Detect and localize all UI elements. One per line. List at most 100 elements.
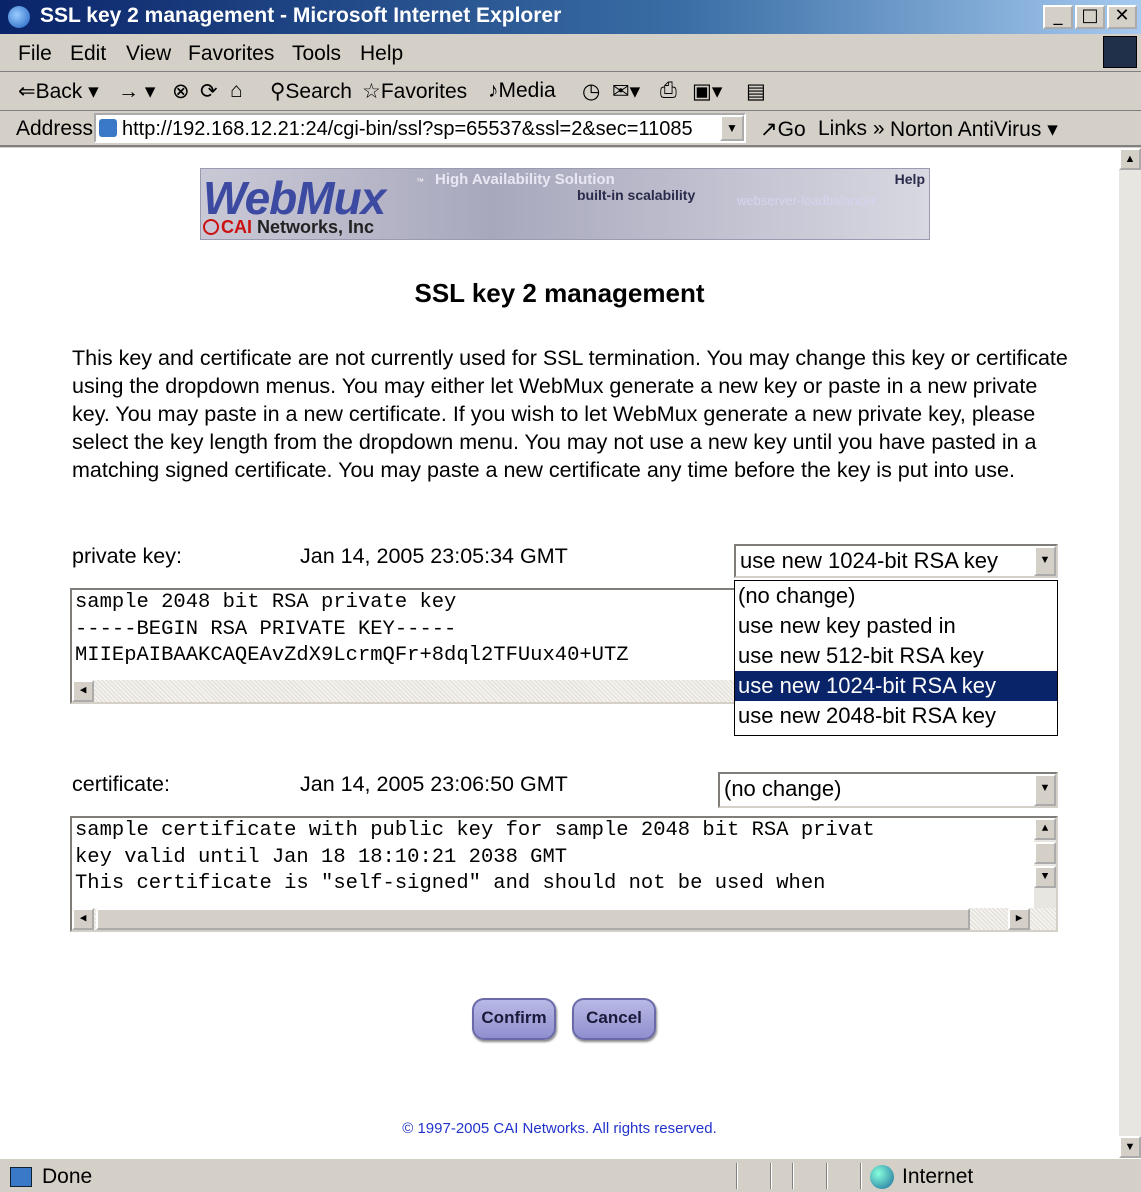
certificate-line: This certificate is "self-signed" and sh…: [75, 872, 826, 895]
home-button[interactable]: ⌂: [230, 79, 243, 103]
address-input[interactable]: http://192.168.12.21:24/cgi-bin/ssl?sp=6…: [94, 113, 746, 143]
copyright-footer: © 1997-2005 CAI Networks. All rights res…: [402, 1120, 717, 1137]
favorites-button[interactable]: ☆Favorites: [362, 79, 467, 104]
discuss-icon: ▤: [746, 80, 766, 103]
chevron-down-icon[interactable]: ▼: [1034, 774, 1056, 806]
scroll-left-icon[interactable]: ◀: [72, 908, 94, 930]
edit-button[interactable]: ▣▾: [692, 79, 722, 104]
address-dropdown-button[interactable]: ▼: [720, 115, 744, 141]
refresh-icon: ⟳: [200, 80, 218, 103]
status-text: Done: [42, 1165, 93, 1188]
address-url[interactable]: http://192.168.12.21:24/cgi-bin/ssl?sp=6…: [122, 118, 693, 141]
go-arrow-icon: ↗: [760, 118, 778, 141]
close-button[interactable]: ✕: [1107, 5, 1137, 29]
menu-favorites[interactable]: Favorites: [188, 42, 274, 66]
scroll-left-icon[interactable]: ◀: [72, 680, 94, 702]
favorites-icon: ☆: [362, 80, 381, 103]
page-vertical-scrollbar[interactable]: ▲ ▼: [1119, 148, 1141, 1158]
forward-arrow-icon: → ▾: [118, 80, 156, 103]
back-button[interactable]: ⇐Back ▾: [18, 79, 99, 104]
dropdown-option[interactable]: (no change): [735, 581, 1057, 611]
page-title: SSL key 2 management: [414, 278, 705, 308]
certificate-line: key valid until Jan 18 18:10:21 2038 GMT: [75, 845, 568, 869]
mail-button[interactable]: ✉▾: [612, 79, 640, 104]
status-divider: [736, 1163, 738, 1189]
certificate-label: certificate:: [72, 772, 170, 796]
help-link[interactable]: Help: [895, 171, 925, 187]
certificate-vertical-scrollbar[interactable]: ▲ ▼: [1034, 818, 1056, 908]
media-button[interactable]: ♪Media: [488, 79, 556, 103]
intro-paragraph: This key and certificate are not current…: [72, 346, 1068, 482]
dropdown-option[interactable]: use new 512-bit RSA key: [735, 641, 1057, 671]
chevron-down-icon[interactable]: ▼: [1034, 546, 1056, 576]
norton-antivirus-button[interactable]: Norton AntiVirus ▾: [890, 117, 1058, 142]
address-bar: Address http://192.168.12.21:24/cgi-bin/…: [0, 111, 1141, 147]
private-key-select[interactable]: use new 1024-bit RSA key ▼: [734, 544, 1058, 578]
cancel-button[interactable]: Cancel: [572, 998, 656, 1040]
private-key-line: sample 2048 bit RSA private key: [75, 591, 457, 614]
media-icon: ♪: [488, 79, 499, 102]
private-key-line: MIIEpAIBAAKCAQEAvZdX9LcrmQFr+8dql2TFUux4…: [75, 644, 629, 667]
scroll-down-icon[interactable]: ▼: [1034, 866, 1056, 888]
private-key-textarea[interactable]: sample 2048 bit RSA private key -----BEG…: [70, 588, 736, 704]
refresh-button[interactable]: ⟳: [200, 79, 218, 104]
internet-zone-icon: [870, 1165, 894, 1189]
private-key-select-value: use new 1024-bit RSA key: [740, 548, 999, 573]
history-icon: ◷: [582, 80, 601, 103]
forward-button[interactable]: → ▾: [118, 79, 155, 104]
company-name: CAI Networks, Inc: [203, 217, 374, 238]
discuss-button[interactable]: ▤: [746, 79, 766, 104]
private-key-date: Jan 14, 2005 23:05:34 GMT: [300, 544, 568, 568]
menu-edit[interactable]: Edit: [70, 42, 106, 66]
edit-icon: ▣▾: [692, 80, 723, 103]
certificate-select[interactable]: (no change) ▼: [718, 772, 1058, 808]
home-icon: ⌂: [230, 79, 243, 102]
toolbar: ⇐Back ▾ → ▾ ⊗ ⟳ ⌂ ⚲Search ☆Favorites ♪Me…: [0, 73, 1141, 111]
maximize-button[interactable]: □: [1075, 5, 1105, 29]
scroll-up-icon[interactable]: ▲: [1034, 818, 1056, 840]
print-icon: ⎙: [660, 79, 677, 102]
page-viewport: WebMux ™ High Availability Solution buil…: [0, 148, 1119, 1158]
menu-bar: File Edit View Favorites Tools Help: [0, 34, 1141, 72]
menu-view[interactable]: View: [126, 42, 171, 66]
print-button[interactable]: ⎙: [660, 79, 677, 103]
window-title: SSL key 2 management - Microsoft Interne…: [40, 4, 562, 27]
private-key-line: -----BEGIN RSA PRIVATE KEY-----: [75, 617, 457, 641]
webmux-banner: WebMux ™ High Availability Solution buil…: [200, 168, 930, 240]
dropdown-option[interactable]: use new 2048-bit RSA key: [735, 701, 1057, 731]
scroll-thumb[interactable]: [96, 908, 970, 930]
status-divider: [792, 1163, 794, 1189]
scroll-right-icon[interactable]: ▶: [1008, 908, 1030, 930]
menu-tools[interactable]: Tools: [292, 42, 341, 66]
confirm-button[interactable]: Confirm: [472, 998, 556, 1040]
dropdown-option[interactable]: use new key pasted in: [735, 611, 1057, 641]
private-key-horizontal-scrollbar[interactable]: ◀: [72, 680, 734, 702]
go-button[interactable]: ↗Go: [760, 117, 806, 142]
menu-help[interactable]: Help: [360, 42, 403, 66]
windows-logo-icon: [1103, 36, 1137, 68]
ie-app-icon: [8, 6, 30, 28]
address-label: Address: [16, 117, 94, 140]
minimize-button[interactable]: _: [1043, 5, 1073, 29]
dropdown-option-selected[interactable]: use new 1024-bit RSA key: [735, 671, 1057, 701]
scroll-down-icon[interactable]: ▼: [1119, 1136, 1141, 1158]
scroll-thumb[interactable]: [1034, 842, 1056, 864]
menu-file[interactable]: File: [18, 42, 52, 66]
private-key-label: private key:: [72, 544, 182, 568]
status-bar: Done Internet: [0, 1158, 1141, 1192]
page-done-icon: [10, 1167, 32, 1187]
links-button[interactable]: Links »: [818, 117, 885, 141]
page-icon: [99, 119, 117, 137]
status-divider: [860, 1163, 862, 1189]
scroll-up-icon[interactable]: ▲: [1119, 148, 1141, 170]
search-button[interactable]: ⚲Search: [270, 79, 352, 104]
certificate-horizontal-scrollbar[interactable]: ◀ ▶: [72, 908, 1056, 930]
stop-icon: ⊗: [172, 80, 190, 103]
private-key-dropdown-list[interactable]: (no change) use new key pasted in use ne…: [734, 580, 1058, 736]
status-divider: [826, 1163, 828, 1189]
history-button[interactable]: ◷: [582, 79, 600, 104]
certificate-select-value: (no change): [724, 776, 842, 801]
certificate-textarea[interactable]: sample certificate with public key for s…: [70, 816, 1058, 932]
stop-button[interactable]: ⊗: [172, 79, 190, 104]
banner-tagline-availability: High Availability Solution: [435, 171, 615, 188]
